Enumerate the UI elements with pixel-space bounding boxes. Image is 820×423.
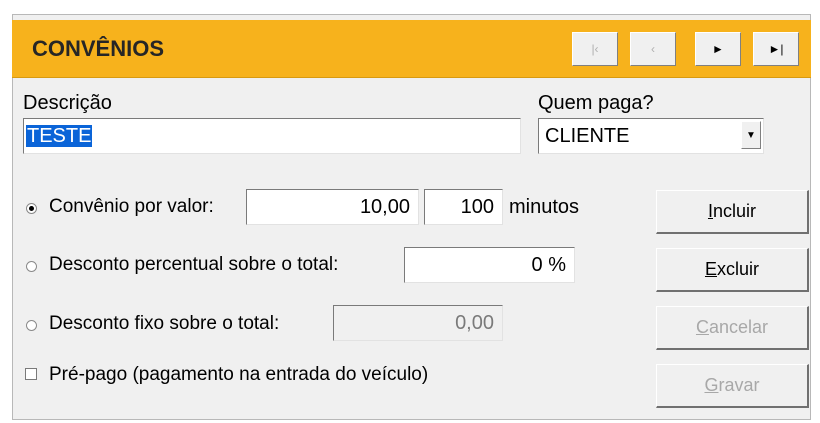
radio-desconto-fixo[interactable]: [26, 320, 37, 331]
valor-minutes-input[interactable]: 100: [424, 189, 503, 225]
next-record-icon: ►: [712, 42, 724, 56]
excluir-button[interactable]: Excluir: [656, 248, 809, 292]
prev-record-icon: ‹: [651, 42, 655, 56]
convenio-valor-label: Convênio por valor:: [49, 196, 214, 217]
quem-paga-label: Quem paga?: [538, 92, 654, 114]
prepago-checkbox[interactable]: [25, 368, 37, 380]
first-record-icon: |‹: [591, 42, 599, 56]
incluir-button[interactable]: Incluir: [656, 190, 809, 234]
prepago-label: Pré-pago (pagamento na entrada do veícul…: [49, 364, 429, 385]
quem-paga-value: CLIENTE: [545, 125, 630, 147]
descricao-value: TESTE: [26, 125, 93, 147]
nav-first-button[interactable]: |‹: [572, 32, 618, 66]
desconto-fixo-label: Desconto fixo sobre o total:: [49, 313, 280, 334]
header-bar: CONVÊNIOS |‹ ‹ ► ►|: [12, 20, 811, 78]
gravar-button[interactable]: Gravar: [656, 364, 809, 408]
valor-amount-input[interactable]: 10,00: [246, 189, 419, 225]
desconto-percentual-label: Desconto percentual sobre o total:: [49, 254, 339, 275]
percentual-input[interactable]: 0 %: [404, 247, 575, 283]
quem-paga-select[interactable]: CLIENTE ▼: [538, 118, 764, 154]
fixo-input[interactable]: 0,00: [333, 305, 503, 341]
radio-convenio-valor[interactable]: [26, 203, 37, 214]
descricao-input[interactable]: TESTE: [23, 118, 521, 154]
nav-last-button[interactable]: ►|: [753, 32, 799, 66]
nav-next-button[interactable]: ►: [695, 32, 741, 66]
last-record-icon: ►|: [768, 42, 784, 56]
page-title: CONVÊNIOS: [32, 36, 165, 61]
nav-prev-button[interactable]: ‹: [630, 32, 676, 66]
chevron-down-icon[interactable]: ▼: [741, 121, 761, 149]
radio-desconto-percentual[interactable]: [26, 261, 37, 272]
descricao-label: Descrição: [23, 92, 112, 114]
minutos-label: minutos: [509, 196, 580, 218]
cancelar-button[interactable]: Cancelar: [656, 306, 809, 350]
